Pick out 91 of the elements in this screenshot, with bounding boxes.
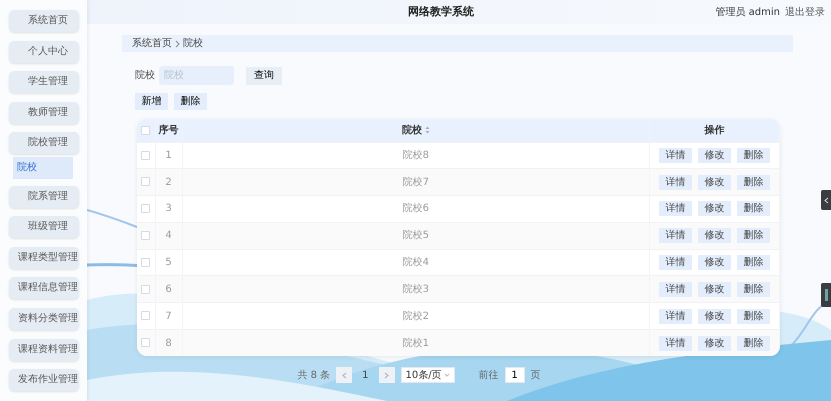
column-header[interactable]: 院校 (402, 124, 422, 136)
sidebar-item[interactable]: 院校管理 (9, 132, 79, 154)
table-cell: 院校5 (402, 230, 429, 242)
table-cell: 3 (165, 203, 172, 214)
side-tab[interactable] (821, 283, 831, 307)
sidebar-item[interactable]: 课程信息管理 (9, 277, 79, 300)
caret-icon (444, 373, 450, 378)
chevron-left-icon (824, 196, 828, 204)
row-action-button[interactable]: 删除 (737, 148, 770, 163)
sidebar-item[interactable]: 院系管理 (9, 186, 79, 208)
table-cell: 6 (165, 284, 172, 295)
row-action-button[interactable]: 删除 (737, 282, 770, 297)
sidebar-item[interactable]: 教师管理 (9, 102, 79, 124)
submenu-item[interactable]: 院校 (13, 156, 73, 179)
row-action-button[interactable]: 修改 (698, 228, 731, 244)
sort-icon[interactable] (424, 126, 430, 134)
row-action-button[interactable]: 修改 (698, 255, 731, 270)
table-cell: 8 (165, 338, 172, 349)
checkbox[interactable] (141, 284, 150, 294)
table-cell: 4 (165, 230, 172, 242)
checkbox[interactable] (141, 311, 150, 320)
checkbox[interactable] (141, 150, 150, 160)
row-action-button[interactable]: 详情 (659, 201, 692, 216)
table-cell: 1 (165, 150, 172, 161)
query-button[interactable]: 查询 (246, 66, 282, 84)
table-cell: 院校7 (402, 176, 429, 188)
row-action-button[interactable]: 删除 (737, 255, 770, 270)
table-cell: 院校2 (402, 310, 429, 322)
row-action-button[interactable]: 详情 (659, 255, 692, 270)
row-action-button[interactable]: 详情 (659, 228, 692, 244)
checkbox[interactable] (141, 258, 150, 267)
table-cell: 院校3 (402, 284, 429, 295)
sidebar-item[interactable]: 学生管理 (9, 71, 79, 94)
table-cell: 院校6 (402, 203, 429, 214)
page-size-select[interactable]: 10条/页 (400, 367, 455, 384)
user-label: 管理员 admin (715, 6, 780, 20)
goto-label: 前往 (478, 368, 499, 383)
chevron-left-icon (342, 372, 347, 379)
page-input[interactable]: 1 (504, 367, 525, 384)
total-count: 共 8 条 (297, 368, 330, 383)
logout-link[interactable]: 退出登录 (785, 4, 825, 20)
row-action-button[interactable]: 删除 (737, 308, 770, 324)
row-action-button[interactable]: 删除 (737, 228, 770, 244)
table-cell: 2 (165, 176, 172, 188)
row-action-button[interactable]: 删除 (737, 174, 770, 190)
sidebar-item[interactable]: 发布作业管理 (9, 369, 79, 392)
column-header: 操作 (704, 124, 724, 136)
previous-page-button[interactable] (336, 367, 352, 384)
table-cell: 7 (165, 310, 172, 322)
page-suffix: 页 (530, 368, 541, 383)
table-cell: 院校8 (402, 150, 429, 161)
checkbox[interactable] (141, 338, 150, 348)
separator-icon (175, 40, 180, 48)
checkbox[interactable] (141, 231, 150, 240)
row-action-button[interactable]: 详情 (659, 174, 692, 190)
row-action-button[interactable]: 修改 (698, 201, 731, 216)
row-action-button[interactable]: 修改 (698, 308, 731, 324)
sidebar-item[interactable]: 资料分类管理 (9, 308, 79, 330)
row-action-button[interactable]: 详情 (659, 282, 692, 297)
search-label: 院校 (135, 68, 155, 83)
table-cell: 5 (165, 257, 172, 268)
sidebar-item[interactable]: 课程类型管理 (9, 246, 79, 269)
breadcrumb-item[interactable]: 系统首页 (132, 36, 172, 51)
table-cell: 院校4 (402, 257, 429, 268)
checkbox[interactable] (141, 177, 150, 186)
sidebar-item[interactable]: 班级管理 (9, 216, 79, 238)
handle-icon (824, 289, 828, 301)
row-action-button[interactable]: 修改 (698, 282, 731, 297)
next-page-button[interactable] (378, 367, 395, 384)
collapse-tab[interactable] (821, 190, 831, 210)
column-header: 序号 (158, 124, 178, 136)
checkbox[interactable] (141, 204, 150, 214)
table-cell: 院校1 (402, 338, 429, 349)
sidebar-item[interactable]: 系统首页 (9, 10, 79, 32)
row-action-button[interactable]: 详情 (659, 308, 692, 324)
checkbox[interactable] (141, 126, 150, 135)
chevron-right-icon (384, 372, 390, 379)
breadcrumb-item: 院校 (183, 36, 203, 51)
row-action-button[interactable]: 详情 (659, 336, 692, 351)
row-action-button[interactable]: 修改 (698, 336, 731, 351)
action-button[interactable]: 删除 (174, 93, 207, 110)
sidebar-item[interactable]: 个人中心 (9, 40, 79, 63)
action-button[interactable]: 新增 (135, 93, 168, 110)
app-title: 网络教学系统 (407, 4, 476, 20)
row-action-button[interactable]: 修改 (698, 148, 731, 163)
sidebar-item[interactable]: 课程资料管理 (9, 338, 79, 361)
row-action-button[interactable]: 删除 (737, 201, 770, 216)
page-number[interactable]: 1 (358, 368, 373, 383)
row-action-button[interactable]: 删除 (737, 336, 770, 351)
row-action-button[interactable]: 修改 (698, 174, 731, 190)
row-action-button[interactable]: 详情 (659, 148, 692, 163)
